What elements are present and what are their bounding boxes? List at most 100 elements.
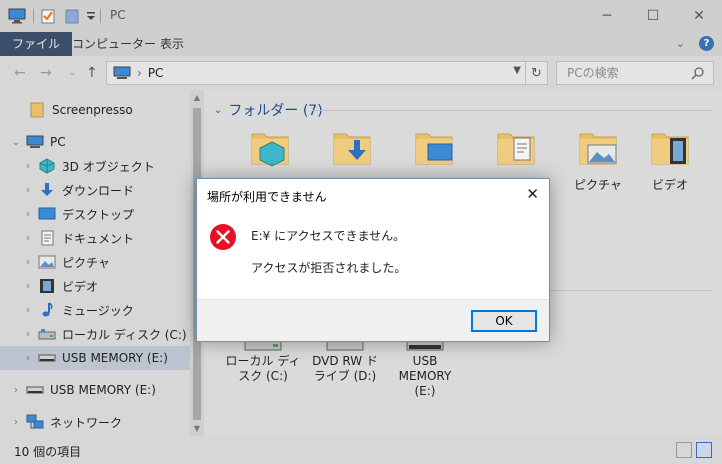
chevron-right-icon[interactable]: › (18, 185, 38, 196)
navigation-pane: Screenpresso ⌄ PC › 3D オブジェクト › ダウンロード › デスクトップ ›… (0, 90, 204, 436)
scroll-down-icon[interactable]: ▼ (190, 424, 204, 433)
folder-label: ピクチャ (574, 178, 622, 192)
refresh-icon: ↻ (531, 65, 542, 81)
drive-label: DVD RW ド (312, 354, 378, 368)
sidebar-item[interactable]: › USB MEMORY (E:) (0, 346, 190, 370)
item-count: 10 個の項目 (14, 445, 82, 459)
path-separator: › (137, 66, 142, 80)
folder-item[interactable] (312, 128, 392, 176)
search-input[interactable]: PCの検索 (556, 61, 714, 85)
sidebar-item[interactable]: › ダウンロード (0, 178, 190, 202)
sidebar-item[interactable]: › ドキュメント (0, 226, 190, 250)
downloads-folder-icon (332, 128, 372, 168)
sidebar-item[interactable]: › ビデオ (0, 274, 190, 298)
chevron-right-icon[interactable]: › (18, 209, 38, 220)
sidebar-item-label: ローカル ディスク (C:) (62, 327, 187, 342)
folder-item[interactable]: ビデオ (630, 128, 710, 193)
3d-objects-icon (38, 158, 56, 174)
customize-quick-access-icon[interactable] (86, 6, 96, 26)
network-icon (26, 414, 44, 430)
forward-button[interactable]: → (40, 65, 52, 81)
sidebar-item-label: ネットワーク (50, 415, 123, 430)
documents-icon (38, 230, 56, 246)
chevron-right-icon[interactable]: › (18, 329, 38, 340)
recent-locations-button[interactable]: ⌄ (68, 67, 76, 78)
error-icon (209, 223, 237, 251)
tab-view[interactable]: 表示 (148, 32, 196, 56)
path-segment-pc[interactable]: PC (148, 66, 164, 80)
minimize-button[interactable]: ─ (584, 0, 630, 32)
drive-label: ライブ (D:) (313, 369, 377, 383)
address-dropdown-icon[interactable]: ▼ (513, 65, 521, 76)
chevron-right-icon[interactable]: › (18, 305, 38, 316)
sidebar-item-label: ピクチャ (62, 255, 110, 270)
ribbon-controls: ⌄ ? (676, 36, 714, 51)
usb-drive-icon (26, 382, 44, 398)
sidebar-item[interactable]: › ネットワーク (0, 410, 190, 434)
address-row: ← → ⌄ ↑ › PC ▼ ↻ PCの検索 (0, 56, 722, 90)
videos-icon (38, 278, 56, 294)
back-button[interactable]: ← (14, 65, 26, 81)
dialog-detail: アクセスが拒否されました。 (251, 261, 407, 275)
properties-icon[interactable] (40, 6, 56, 26)
sidebar-item-label: Screenpresso (52, 103, 133, 117)
sidebar-item-label: PC (50, 135, 66, 149)
chevron-right-icon[interactable]: › (6, 417, 26, 428)
refresh-button[interactable]: ↻ (526, 61, 548, 85)
close-button[interactable]: ✕ (676, 0, 722, 32)
videos-folder-icon (650, 128, 690, 168)
sidebar-item[interactable]: › 3D オブジェクト (0, 154, 190, 178)
view-toggle (676, 442, 712, 458)
collapse-group-icon[interactable]: ⌄ (214, 105, 222, 116)
group-divider (312, 110, 712, 111)
folder-item[interactable] (476, 128, 556, 176)
dialog-footer: OK (197, 299, 549, 341)
sidebar-item-label: ダウンロード (62, 183, 135, 198)
folder-item[interactable] (230, 128, 310, 176)
drive-label: MEMORY (398, 369, 452, 383)
chevron-right-icon[interactable]: › (18, 161, 38, 172)
sidebar-item[interactable]: › USB MEMORY (E:) (0, 378, 190, 402)
toolbar-divider (33, 9, 34, 23)
sidebar-item[interactable]: ⌄ PC (0, 130, 190, 154)
3d-objects-folder-icon (250, 128, 290, 168)
pictures-folder-icon (578, 128, 618, 168)
ok-button[interactable]: OK (471, 310, 537, 332)
folder-item[interactable] (394, 128, 474, 176)
dialog-close-button[interactable]: ✕ (526, 185, 539, 203)
group-header-folders[interactable]: ⌄ フォルダー (7) (214, 100, 323, 120)
chevron-right-icon[interactable]: › (18, 233, 38, 244)
sidebar-item-label: ドキュメント (62, 231, 135, 246)
help-icon[interactable]: ? (699, 36, 714, 51)
address-bar[interactable]: › PC ▼ (106, 61, 526, 85)
chevron-down-icon[interactable]: ⌄ (6, 137, 26, 148)
chevron-right-icon[interactable]: › (6, 385, 26, 396)
sidebar-item-label: ミュージック (62, 303, 134, 318)
sidebar-item[interactable]: › デスクトップ (0, 202, 190, 226)
chevron-right-icon[interactable]: › (18, 257, 38, 268)
scroll-up-icon[interactable]: ▲ (190, 93, 204, 102)
sidebar-item[interactable]: › ローカル ディスク (C:) (0, 322, 190, 346)
details-view-button[interactable] (676, 442, 692, 458)
sidebar-item-label: USB MEMORY (E:) (62, 351, 168, 365)
sidebar-item-label: デスクトップ (62, 207, 135, 222)
chevron-right-icon[interactable]: › (18, 281, 38, 292)
folder-item[interactable]: ピクチャ (558, 128, 638, 193)
expand-ribbon-icon[interactable]: ⌄ (676, 37, 685, 50)
maximize-button[interactable]: ☐ (630, 0, 676, 32)
dialog-title: 場所が利用できません (207, 190, 327, 204)
ribbon-tabs: ファイル コンピューター 表示 ⌄ ? (0, 32, 722, 56)
up-button[interactable]: ↑ (86, 65, 98, 81)
sidebar-item-label: USB MEMORY (E:) (50, 383, 156, 397)
sidebar-item[interactable]: Screenpresso (0, 98, 190, 122)
pc-icon[interactable] (8, 6, 26, 26)
drive-label: USB (412, 354, 438, 368)
explorer-window: PC ─ ☐ ✕ ファイル コンピューター 表示 ⌄ ? ← → ⌄ ↑ › P… (0, 0, 722, 464)
sidebar-item[interactable]: › ピクチャ (0, 250, 190, 274)
large-icons-view-button[interactable] (696, 442, 712, 458)
sidebar-item[interactable]: › ミュージック (0, 298, 190, 322)
title-bar: PC ─ ☐ ✕ (0, 0, 722, 32)
toolbar-divider (100, 9, 101, 23)
chevron-right-icon[interactable]: › (18, 353, 38, 364)
new-folder-icon[interactable] (64, 6, 80, 26)
